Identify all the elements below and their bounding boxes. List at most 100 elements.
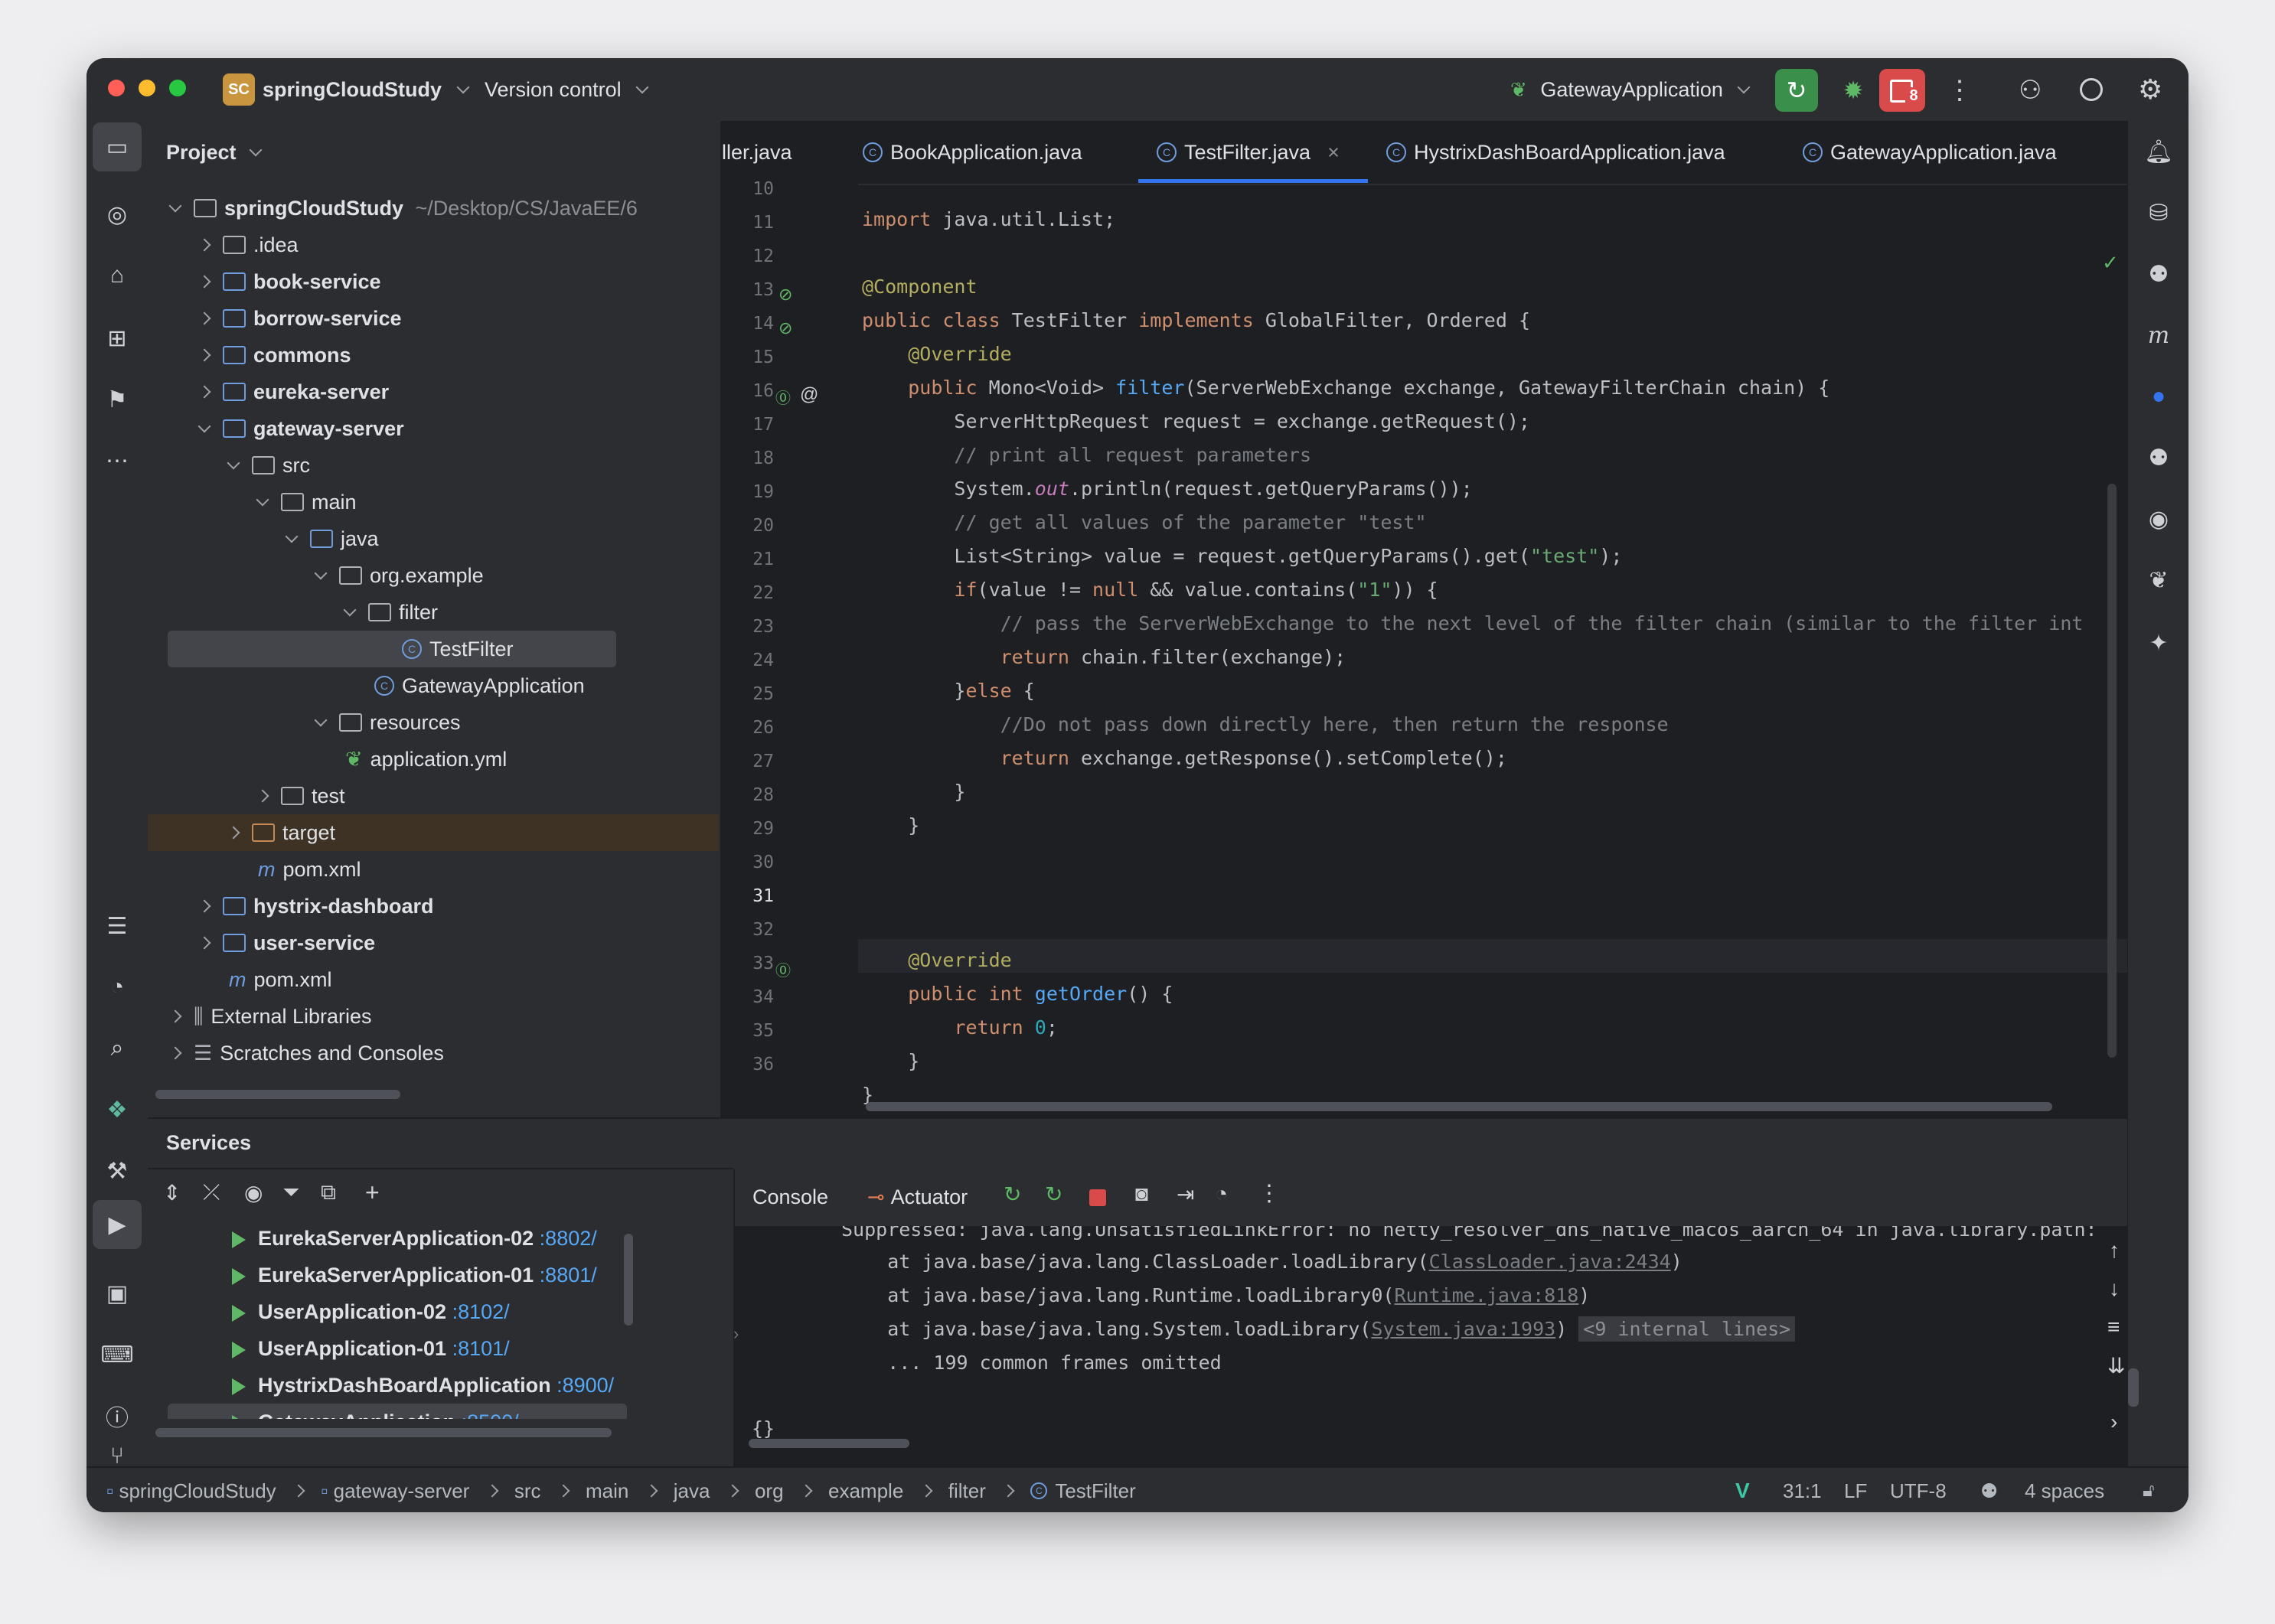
tree-item-pom-gateway[interactable]: m pom.xml xyxy=(258,851,361,888)
maximize-window-button[interactable] xyxy=(169,80,186,96)
more-vertical-icon[interactable]: ⋮ xyxy=(1947,75,1973,106)
tree-item-application-yml[interactable]: ❦ application.yml xyxy=(345,741,507,778)
breadcrumb-item[interactable]: springCloudStudy xyxy=(119,1479,276,1502)
profiler-icon[interactable]: ◔ xyxy=(1215,1182,1228,1206)
tab-actuator[interactable]: ⊸ Actuator xyxy=(867,1174,968,1220)
tree-item-eureka-server[interactable]: eureka-server xyxy=(197,373,389,410)
minimize-window-button[interactable] xyxy=(139,80,155,96)
tab-gatewayapplication[interactable]: C GatewayApplication.java xyxy=(1803,121,2057,184)
debug-icon[interactable]: ✹ xyxy=(1832,69,1875,112)
service-item[interactable]: EurekaServerApplication-01 :8801/ xyxy=(232,1257,597,1293)
service-port-link[interactable]: :8801/ xyxy=(540,1264,597,1286)
expand-all-icon[interactable]: ⇕ xyxy=(163,1180,181,1205)
services-list-hscrollbar[interactable] xyxy=(155,1428,612,1437)
add-user-icon[interactable]: ⚇ xyxy=(2019,75,2042,106)
notifications-bell-icon[interactable]: 🔔︎ xyxy=(2128,121,2189,182)
endpoints-icon[interactable]: ◉ xyxy=(2128,488,2189,549)
search-icon[interactable] xyxy=(2080,78,2103,101)
stacktrace-link[interactable]: System.java:1993 xyxy=(1371,1318,1555,1340)
add-icon[interactable]: + xyxy=(365,1179,380,1207)
console-output[interactable]: Suppressed: java.lang.UnsatisfiedLinkErr… xyxy=(733,1226,2139,1468)
breadcrumb-item[interactable]: main xyxy=(586,1479,628,1502)
tree-item-filter[interactable]: filter xyxy=(343,594,438,631)
scroll-up-icon[interactable]: ↑ xyxy=(2109,1238,2120,1263)
chevron-right-icon[interactable]: › xyxy=(2110,1410,2117,1434)
fold-arrow-icon[interactable]: › xyxy=(733,1324,739,1344)
tab-hystrixdashboardapplication[interactable]: C HystrixDashBoardApplication.java xyxy=(1386,121,1725,184)
tree-item-scratches[interactable]: ☰ Scratches and Consoles xyxy=(168,1035,444,1071)
tree-item-testfilter[interactable]: C TestFilter xyxy=(402,631,514,667)
service-item[interactable]: HystrixDashBoardApplication :8900/ xyxy=(232,1367,614,1404)
build-hammer-icon[interactable]: ⚒ xyxy=(86,1140,148,1202)
scroll-down-icon[interactable]: ↓ xyxy=(2109,1277,2120,1301)
tree-item-pom-root[interactable]: m pom.xml xyxy=(229,961,332,998)
todo-list-icon[interactable]: ☰ xyxy=(86,895,148,957)
services-icon[interactable]: ▶ xyxy=(93,1200,142,1249)
indent-setting[interactable]: 4 spaces xyxy=(2025,1468,2104,1512)
project-badge[interactable]: SC xyxy=(223,73,255,106)
terminal-icon[interactable]: ⌨ xyxy=(86,1324,148,1385)
tree-item-gateway-server[interactable]: gateway-server xyxy=(197,410,404,447)
service-port-link[interactable]: :8802/ xyxy=(540,1227,597,1250)
tree-item-commons[interactable]: commons xyxy=(197,337,351,373)
show-icon[interactable]: ◉ xyxy=(244,1180,263,1205)
service-item[interactable]: EurekaServerApplication-02 :8802/ xyxy=(232,1220,597,1257)
profiler-icon[interactable]: ◔ xyxy=(86,957,148,1018)
breadcrumb-item[interactable]: gateway-server xyxy=(334,1479,470,1502)
spring-icon[interactable]: ❦ xyxy=(2128,549,2189,611)
filter-icon[interactable]: ⏷ xyxy=(282,1180,299,1205)
maven-icon[interactable]: m xyxy=(2128,305,2189,366)
breadcrumb-item[interactable]: filter xyxy=(948,1479,986,1502)
tree-item-gatewayapplication[interactable]: C GatewayApplication xyxy=(374,667,585,704)
project-selector[interactable]: springCloudStudy xyxy=(263,58,469,121)
copilot-chat-icon[interactable]: ⚉ xyxy=(2128,427,2189,488)
tree-item-hystrix-dashboard[interactable]: hystrix-dashboard xyxy=(197,888,434,925)
bookmarks-icon[interactable]: ⚑ xyxy=(86,369,148,430)
vertical-scrollbar[interactable] xyxy=(2107,484,2117,1058)
run-config-selector[interactable]: ❦ GatewayApplication xyxy=(1510,58,1751,121)
tree-item-user-service[interactable]: user-service xyxy=(197,925,375,961)
editor-horizontal-scrollbar[interactable] xyxy=(866,1102,2052,1111)
version-control-menu[interactable]: Version control xyxy=(485,58,649,121)
plugin-icon[interactable]: ❖ xyxy=(86,1079,148,1140)
services-list-scrollbar[interactable] xyxy=(624,1234,633,1326)
copilot-status-icon[interactable]: ⚉ xyxy=(1980,1468,1998,1512)
service-item[interactable]: UserApplication-02 :8102/ xyxy=(232,1293,510,1330)
service-port-link[interactable]: :8102/ xyxy=(452,1300,510,1323)
tree-item-idea[interactable]: .idea xyxy=(197,227,299,263)
stop-button[interactable]: 8 xyxy=(1879,69,1925,112)
tree-item-book-service[interactable]: book-service xyxy=(197,263,381,300)
console-hscrollbar[interactable] xyxy=(749,1439,909,1448)
problems-icon[interactable]: ⓘ xyxy=(86,1385,148,1446)
tree-item-resources[interactable]: resources xyxy=(314,704,461,741)
more-tools-icon[interactable]: ⋯ xyxy=(86,430,148,491)
tab-controller[interactable]: ller.java xyxy=(722,121,792,184)
find-icon[interactable]: ⌕ xyxy=(86,1018,148,1079)
rerun-button[interactable]: ↻ xyxy=(1775,69,1818,112)
stop-icon[interactable] xyxy=(1089,1189,1106,1206)
tree-item-main[interactable]: main xyxy=(256,484,357,520)
soft-wrap-icon[interactable]: ≡ xyxy=(2107,1315,2120,1339)
implements-method-icon[interactable]: ⓪ xyxy=(775,386,791,408)
project-folder-icon[interactable]: ▭ xyxy=(93,122,142,171)
spring-bean-icon[interactable]: ⊘ xyxy=(778,285,792,305)
close-tab-icon[interactable]: × xyxy=(1327,141,1340,164)
project-panel-title[interactable]: Project xyxy=(166,121,263,184)
lock-icon[interactable]: 🔓︎ xyxy=(2143,1468,2155,1512)
export-icon[interactable]: ⇥ xyxy=(1177,1182,1194,1207)
code-area[interactable]: import java.util.List; @Component public… xyxy=(858,184,2083,1117)
new-tab-icon[interactable]: ⧉ xyxy=(321,1180,336,1205)
spring-bean-icon[interactable]: ⊘ xyxy=(778,318,792,338)
service-item[interactable]: UserApplication-01 :8101/ xyxy=(232,1330,510,1367)
breadcrumb-item[interactable]: java xyxy=(674,1479,710,1502)
implements-method-icon[interactable]: ⓪ xyxy=(775,958,791,980)
breadcrumb-item[interactable]: example xyxy=(828,1479,903,1502)
tree-item-java[interactable]: java xyxy=(285,520,379,557)
tab-bookapplication[interactable]: C BookApplication.java xyxy=(863,121,1082,184)
service-item-clipped[interactable]: GatewayApplication :8500/ xyxy=(168,1404,627,1419)
horizontal-scrollbar[interactable] xyxy=(155,1090,400,1099)
file-encoding[interactable]: UTF-8 xyxy=(1890,1468,1947,1512)
service-port-link[interactable]: :8101/ xyxy=(452,1337,510,1360)
settings-gear-icon[interactable]: ⚙ xyxy=(2138,73,2162,106)
collapse-all-icon[interactable]: ⤫ xyxy=(203,1180,220,1205)
